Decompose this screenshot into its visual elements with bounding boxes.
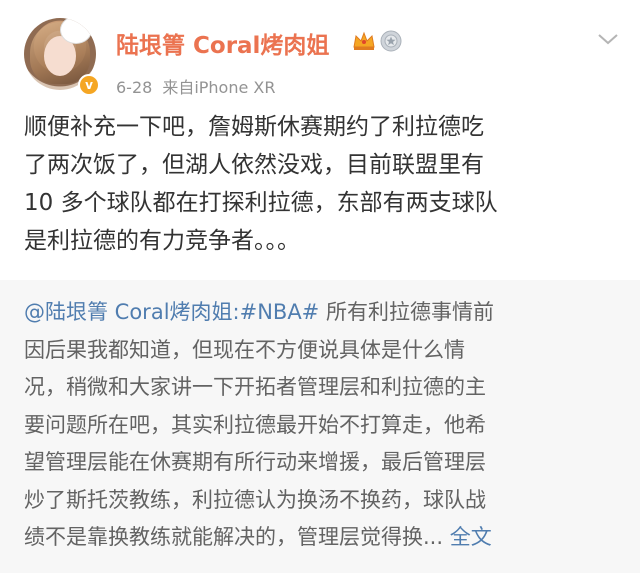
post-source: 来自iPhone XR: [162, 78, 276, 97]
post-meta: 6-28 来自iPhone XR: [116, 74, 276, 98]
post-body: 顺便补充一下吧，詹姆斯休赛期约了利拉德吃 了两次饭了，但湖人依然没戏，目前联盟里…: [24, 108, 624, 260]
repost-line: 因后果我都知道，但现在不方便说具体是什么情: [24, 337, 465, 362]
full-text-link[interactable]: 全文: [450, 525, 492, 549]
post-body-line: 是利拉德的有力竞争者。。。: [24, 228, 300, 254]
crown-icon[interactable]: [352, 30, 376, 52]
repost-card[interactable]: @陆垠箐 Coral烤肉姐:#NBA# 所有利拉德事情前 因后果我都知道，但现在…: [0, 280, 640, 573]
repost-last-line-text: 绩不是靠换教练就能解决的，管理层觉得换...: [24, 525, 450, 549]
post-body-line: 10 多个球队都在打探利拉德，东部有两支球队: [24, 190, 498, 216]
weibo-post: v 陆垠箐 Coral烤肉姐 6-28 来自iPhone XR 顺便补充一下吧，詹…: [0, 0, 640, 573]
chevron-down-icon[interactable]: [596, 30, 620, 48]
repost-last-line: 绩不是靠换教练就能解决的，管理层觉得换... 全文: [24, 519, 624, 557]
post-date: 6-28: [116, 78, 153, 97]
repost-line: 望管理层能在休赛期有所行动来增援，最后管理层: [24, 450, 486, 474]
medal-icon[interactable]: [380, 30, 402, 52]
repost-separator: :: [232, 300, 240, 324]
post-body-line: 了两次饭了，但湖人依然没戏，目前联盟里有: [24, 152, 484, 178]
repost-mention[interactable]: @陆垠箐 Coral烤肉姐: [24, 300, 233, 324]
repost-line: 要问题所在吧，其实利拉德最开始不打算走，他希: [24, 412, 486, 437]
repost-line: 炒了斯托茨教练，利拉德认为换汤不换药，球队战: [24, 487, 486, 512]
repost-first-line-text: 所有利拉德事情前: [319, 300, 494, 324]
author-name[interactable]: 陆垠箐 Coral烤肉姐: [116, 26, 329, 60]
post-body-line: 顺便补充一下吧，詹姆斯休赛期约了利拉德吃: [24, 114, 484, 140]
repost-first-line: @陆垠箐 Coral烤肉姐:#NBA# 所有利拉德事情前: [24, 294, 624, 332]
repost-line: 况，稍微和大家讲一下开拓者管理层和利拉德的主: [24, 375, 486, 399]
verified-badge-icon: v: [78, 74, 100, 96]
repost-topic[interactable]: #NBA#: [240, 300, 320, 324]
repost-body: @陆垠箐 Coral烤肉姐:#NBA# 所有利拉德事情前 因后果我都知道，但现在…: [24, 294, 624, 557]
post-header: v 陆垠箐 Coral烤肉姐 6-28 来自iPhone XR: [0, 0, 640, 104]
user-avatar[interactable]: v: [24, 18, 100, 96]
